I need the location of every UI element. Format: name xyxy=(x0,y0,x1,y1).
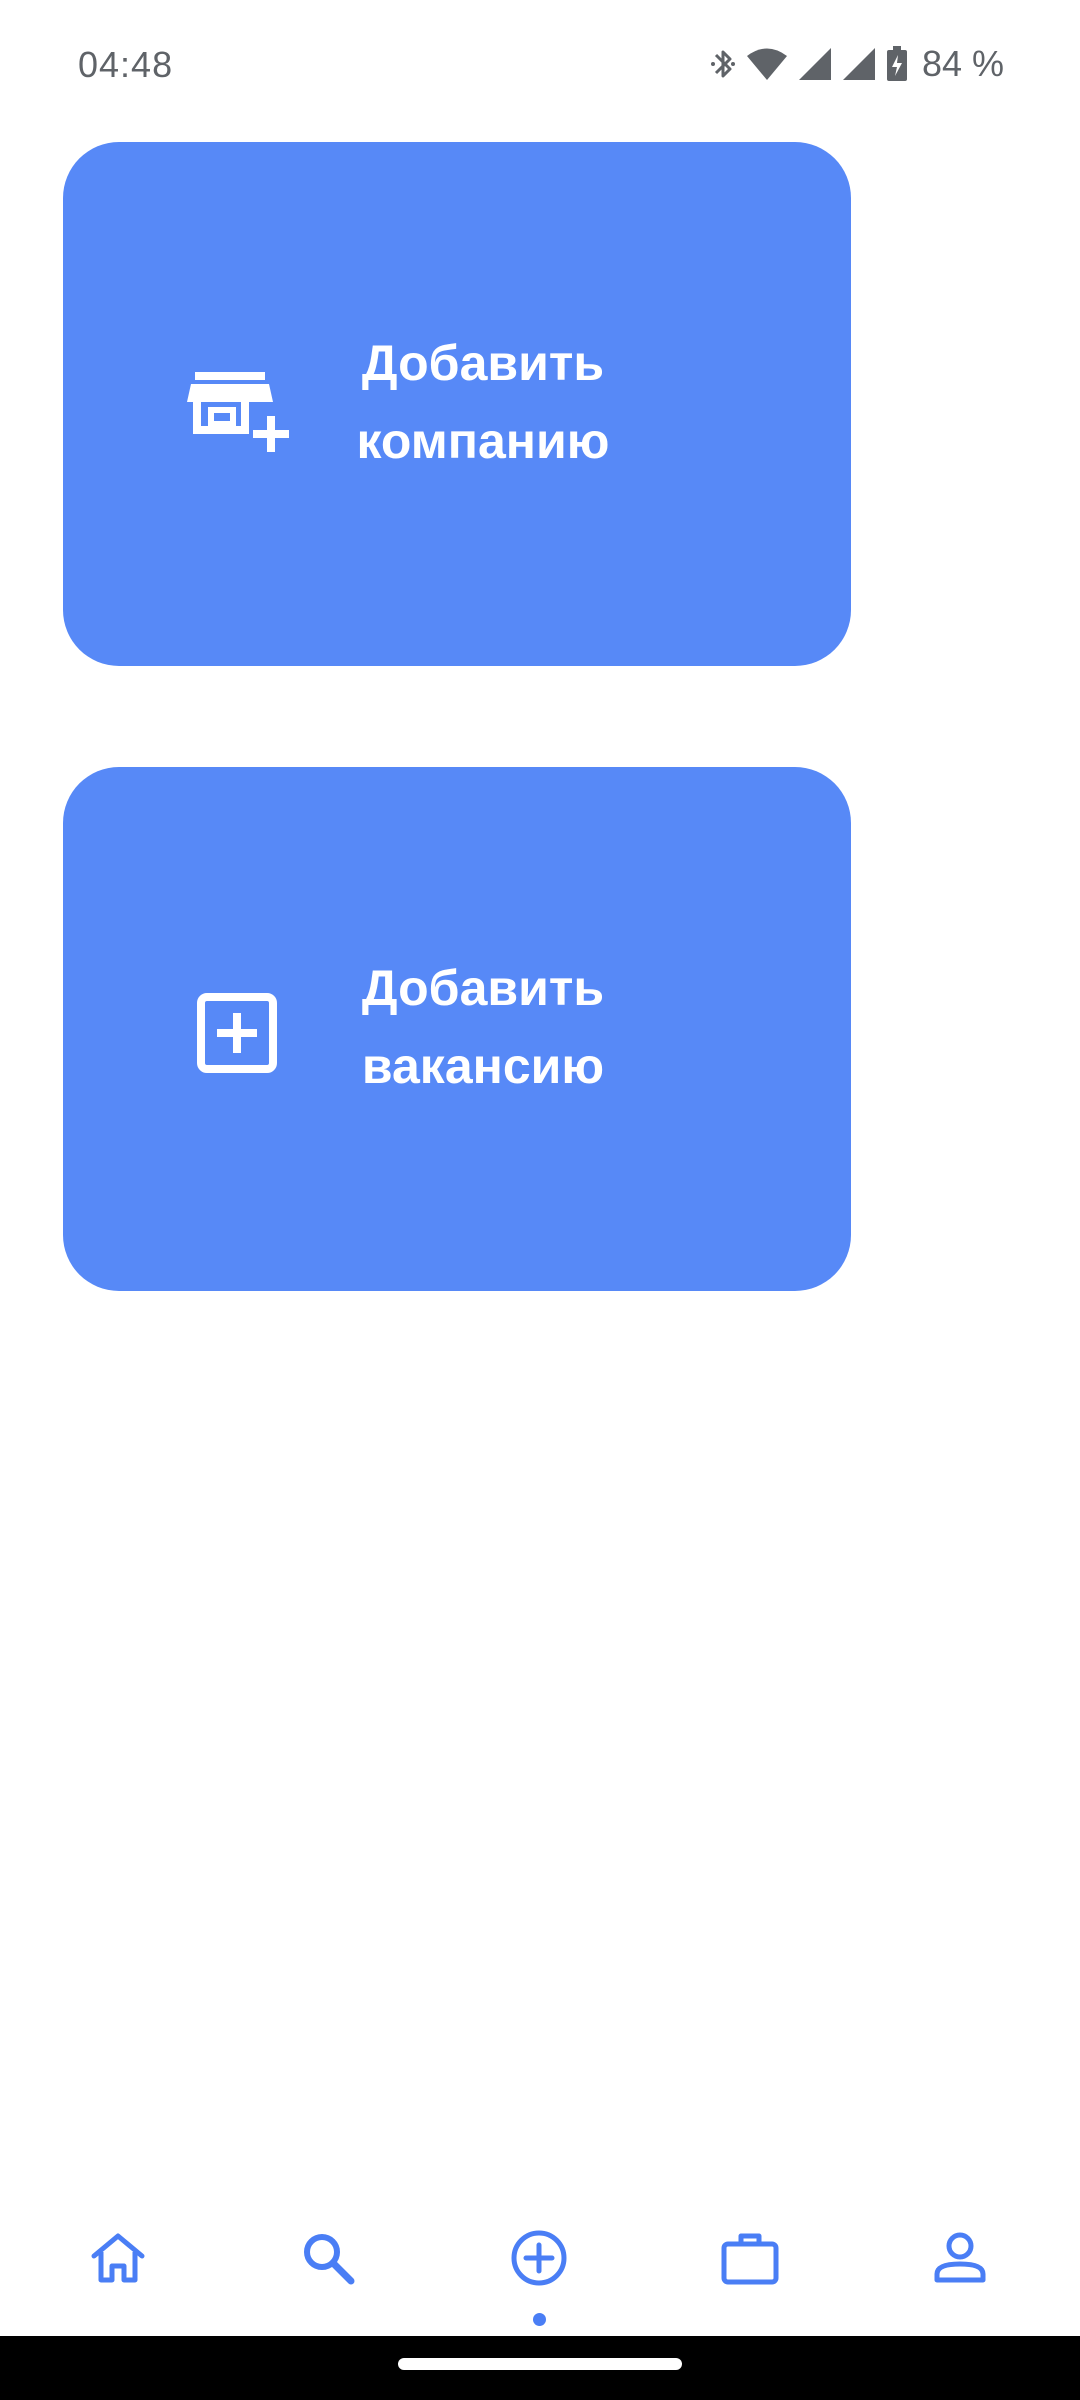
status-time: 04:48 xyxy=(78,44,174,85)
battery-level: 84 % xyxy=(921,43,1004,84)
nav-selected-indicator xyxy=(533,2313,546,2326)
signal-icon xyxy=(842,47,876,81)
add-store-icon xyxy=(183,354,303,474)
bluetooth-icon xyxy=(710,46,736,82)
add-company-label-line1: Добавить xyxy=(361,335,605,391)
add-vacancy-label-line1: Добавить xyxy=(361,960,605,1016)
nav-profile[interactable] xyxy=(900,2180,1020,2336)
system-navigation-bar xyxy=(0,2336,1080,2400)
nav-search[interactable] xyxy=(268,2180,388,2336)
home-icon xyxy=(88,2180,148,2293)
add-company-label-line2: компанию xyxy=(356,413,610,469)
nav-home[interactable] xyxy=(58,2180,178,2336)
status-icons: 84 % xyxy=(710,42,1004,86)
add-vacancy-label: Добавить вакансию xyxy=(313,949,653,1105)
add-circle-icon xyxy=(509,2180,569,2293)
add-vacancy-label-line2: вакансию xyxy=(361,1038,605,1094)
briefcase-icon xyxy=(720,2180,780,2293)
signal-icon xyxy=(798,47,832,81)
screen: 04:48 84 % Добавить компанию Добавить ва… xyxy=(0,0,1080,2400)
bottom-navigation xyxy=(0,2180,1080,2336)
nav-jobs[interactable] xyxy=(690,2180,810,2336)
search-icon xyxy=(298,2180,358,2293)
battery-charging-icon xyxy=(886,46,908,82)
person-icon xyxy=(930,2180,990,2293)
gesture-handle[interactable] xyxy=(398,2358,682,2370)
status-bar: 04:48 84 % xyxy=(0,0,1080,134)
add-company-label: Добавить компанию xyxy=(313,324,653,480)
add-vacancy-button[interactable]: Добавить вакансию xyxy=(63,767,851,1291)
wifi-icon xyxy=(746,47,788,81)
add-company-button[interactable]: Добавить компанию xyxy=(63,142,851,666)
add-box-icon xyxy=(183,979,303,1099)
